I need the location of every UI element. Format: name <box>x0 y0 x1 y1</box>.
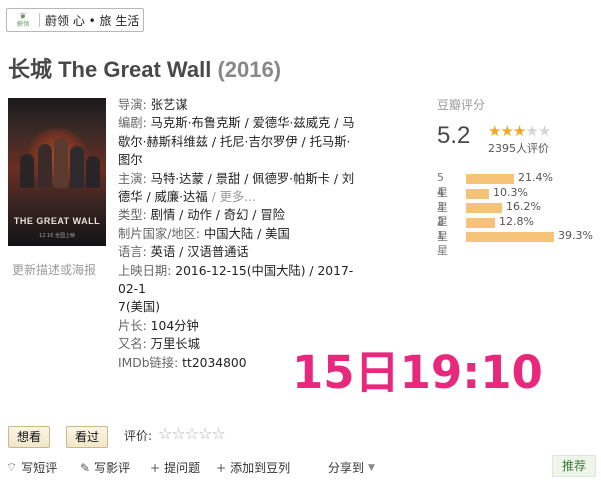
star-empty-icon: ★ <box>537 122 551 140</box>
rate-label: 评价: <box>124 429 153 443</box>
brand-name: 蔚领 心 • 旅 生活 <box>45 13 140 28</box>
half-star-icon: ★ <box>512 122 526 140</box>
ask-question-link[interactable]: + 提问题 <box>150 459 200 476</box>
director-row: 导演: 张艺谋 <box>118 96 370 114</box>
rating-dist-percent: 10.3% <box>493 185 528 199</box>
rating-dist-bar <box>466 188 489 199</box>
poster-title: THE GREAT WALL <box>13 216 101 226</box>
poster-figure <box>54 138 68 188</box>
write-review-link[interactable]: ✎ 写影评 <box>80 459 130 476</box>
release-label: 上映日期: <box>118 263 172 278</box>
rating-dist-percent: 12.8% <box>499 214 534 228</box>
rating-dist-percent: 21.4% <box>518 171 553 184</box>
director-link[interactable]: 张艺谋 <box>151 98 188 112</box>
writer-row-cont[interactable]: 图尔 <box>118 151 370 169</box>
logo-glyph: ❦ <box>19 11 27 22</box>
aka-value: 万里长城 <box>150 337 200 352</box>
language-value: 英语 / 汉语普通话 <box>150 245 249 260</box>
poster-caption: 12.16 全国上映 <box>39 233 75 239</box>
recommend-button[interactable]: 推荐 <box>552 455 596 477</box>
rating-dist-bar <box>466 217 495 228</box>
movie-title-text: 长城 The Great Wall <box>8 57 212 82</box>
poster-figure <box>70 146 84 188</box>
genre-value: 剧情 / 动作 / 奇幻 / 冒险 <box>150 208 285 223</box>
poster-figure <box>20 154 34 188</box>
rating-dist-percent: 39.3% <box>558 229 593 242</box>
share-dropdown[interactable]: 分享到 ▼ <box>328 459 379 476</box>
poster-figure <box>38 144 52 188</box>
rating-dist-bar <box>466 203 502 213</box>
cast-label: 主演: <box>118 171 147 186</box>
write-short-review-label: 写短评 <box>21 461 58 475</box>
cast-row-cont: 德华 / 威廉·达福 / 更多... <box>118 188 370 206</box>
cast-row: 主演: 马特·达蒙 / 景甜 / 佩德罗·帕斯卡 / 刘 <box>118 170 370 188</box>
runtime-row: 片长: 104分钟 <box>118 317 370 335</box>
star-icon: ★ <box>488 122 501 140</box>
rating-dist-star: 1星 <box>437 229 448 257</box>
write-short-review-link[interactable]: ⌔ 写短评 <box>6 459 57 476</box>
rating-panel: 豆瓣评分 5.2 ★★★★★ 2395人评价 5星 21.4% 4星 10.3% 3星 1… <box>437 96 593 257</box>
imdb-link[interactable]: tt2034800 <box>182 356 246 370</box>
director-label: 导演: <box>118 98 147 112</box>
language-label: 语言: <box>118 245 147 260</box>
country-label: 制片国家/地区: <box>118 226 201 241</box>
plus-icon: + <box>216 460 227 475</box>
cast-more-link[interactable]: / 更多... <box>212 190 256 204</box>
bottom-action-bar: ⌔ 写短评 ✎ 写影评 + 提问题 + 添加到豆列 分享到 ▼ <box>0 456 601 476</box>
country-row: 制片国家/地区: 中国大陆 / 美国 <box>118 225 370 243</box>
pencil-icon: ✎ <box>80 460 91 475</box>
runtime-value: 104分钟 <box>150 318 199 333</box>
want-to-watch-button[interactable]: 想看 <box>8 426 51 448</box>
comment-icon: ⌔ <box>6 460 18 474</box>
overlay-time-stamp: 15日19:10 <box>292 346 543 399</box>
brand-logo: ❦ 蔚领 <box>11 12 35 28</box>
movie-title: 长城 The Great Wall (2016) <box>8 52 281 84</box>
imdb-label: IMDb链接: <box>118 355 179 370</box>
poster-figure <box>86 156 100 188</box>
star-icon: ★ <box>500 122 513 140</box>
watched-button[interactable]: 看过 <box>66 426 109 448</box>
ask-question-label: 提问题 <box>164 461 201 475</box>
rating-dist-bar <box>466 174 514 184</box>
movie-year: (2016) <box>217 57 282 82</box>
rate-stars-input[interactable]: ☆☆☆☆☆ <box>158 424 226 443</box>
genre-label: 类型: <box>118 208 147 223</box>
logo-text: 蔚领 <box>16 20 29 28</box>
star-empty-icon: ★ <box>525 122 538 140</box>
cast-links[interactable]: 马特·达蒙 / 景甜 / 佩德罗·帕斯卡 / 刘 <box>151 172 355 186</box>
brand-badge: ❦ 蔚领 蔚领 心 • 旅 生活 <box>6 8 144 32</box>
aka-label: 又名: <box>118 337 147 352</box>
rating-label: 豆瓣评分 <box>437 98 486 112</box>
rating-count-link[interactable]: 2395人评价 <box>488 140 549 156</box>
movie-info: 导演: 张艺谋 编剧: 马克斯·布鲁克斯 / 爱德华·兹威克 / 马 歇尔·赫斯… <box>118 96 370 372</box>
update-description-link[interactable]: 更新描述或海报 <box>12 261 96 278</box>
rating-dist-percent: 16.2% <box>506 200 541 213</box>
plus-icon: + <box>150 460 161 475</box>
rating-stars: ★★★★★ <box>488 122 551 140</box>
rating-dist-bar <box>466 232 554 242</box>
rating-score: 5.2 <box>437 122 471 149</box>
share-label: 分享到 <box>328 461 365 475</box>
add-to-list-link[interactable]: + 添加到豆列 <box>216 459 290 476</box>
country-value: 中国大陆 / 美国 <box>204 226 290 241</box>
writer-row-cont[interactable]: 歇尔·赫斯科维兹 / 托尼·吉尔罗伊 / 托马斯· <box>118 133 370 151</box>
movie-poster[interactable]: THE GREAT WALL 12.16 全国上映 <box>8 98 106 246</box>
cast-links[interactable]: 德华 / 威廉·达福 <box>118 190 208 204</box>
runtime-label: 片长: <box>118 318 147 333</box>
writer-label: 编剧: <box>118 116 147 131</box>
write-review-label: 写影评 <box>94 461 131 475</box>
writer-row: 编剧: 马克斯·布鲁克斯 / 爱德华·兹威克 / 马 <box>118 114 370 132</box>
release-row: 上映日期: 2016-12-15(中国大陆) / 2017-02-1 <box>118 262 370 299</box>
genre-row: 类型: 剧情 / 动作 / 奇幻 / 冒险 <box>118 206 370 224</box>
chevron-down-icon: ▼ <box>368 462 375 473</box>
add-to-list-label: 添加到豆列 <box>230 461 291 475</box>
release-row-cont: 7(美国) <box>118 300 161 315</box>
language-row: 语言: 英语 / 汉语普通话 <box>118 243 370 261</box>
brand-divider <box>39 13 40 27</box>
writer-links[interactable]: 马克斯·布鲁克斯 / 爱德华·兹威克 / 马 <box>151 116 355 130</box>
